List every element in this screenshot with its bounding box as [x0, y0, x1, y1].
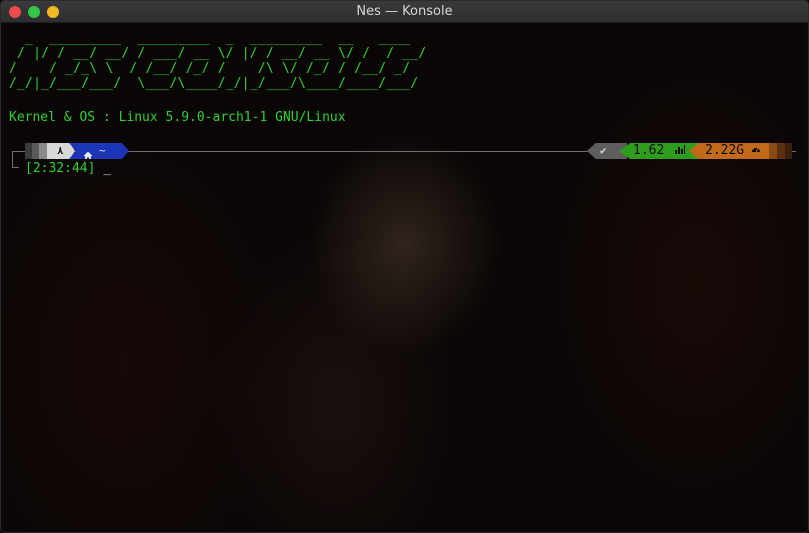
kernel-info-line: Kernel & OS : Linux 5.9.0-arch1-1 GNU/Li…: [9, 110, 346, 125]
prompt-fade-segment: [785, 143, 792, 159]
prompt-memory-segment: 2.22G: [689, 143, 769, 159]
prompt-time: [2:32:44]: [25, 161, 96, 176]
bar-chart-icon: [675, 144, 685, 157]
ascii-banner: _ _________ _________ _ _________ __ ___…: [9, 31, 427, 91]
window-title: Nes — Konsole: [356, 4, 453, 19]
memory-usage: 2.22G: [705, 143, 745, 158]
prompt-fade-segment: [777, 143, 785, 159]
prompt-load-segment: 1.62: [619, 143, 699, 159]
load-average: 1.62: [633, 143, 665, 158]
kernel-label: Kernel & OS: [9, 110, 96, 125]
gauge-icon: [751, 144, 761, 157]
prompt-dir-segment: ~: [69, 143, 129, 159]
prompt-fade-segment: [769, 143, 777, 159]
kernel-value: Linux 5.9.0-arch1-1 GNU/Linux: [118, 110, 346, 125]
current-directory: ~: [99, 144, 106, 157]
title-bar[interactable]: Nes — Konsole: [1, 1, 808, 23]
arch-linux-icon: ⋏: [57, 144, 64, 157]
prompt-os-segment: ⋏: [47, 143, 75, 159]
check-icon: ✔: [600, 144, 607, 157]
kernel-separator: :: [95, 110, 119, 125]
prompt-fade-segment: [39, 143, 47, 159]
konsole-window: Nes — Konsole _ _________ _________ _ __…: [0, 0, 809, 533]
prompt-time-line: [2:32:44] _: [25, 161, 111, 176]
prompt-fade-segment: [25, 143, 32, 159]
terminal-area[interactable]: _ _________ _________ _ _________ __ ___…: [5, 24, 804, 529]
text-cursor[interactable]: _: [103, 161, 111, 176]
prompt-bracket: [12, 151, 19, 168]
prompt-fade-segment: [32, 143, 39, 159]
